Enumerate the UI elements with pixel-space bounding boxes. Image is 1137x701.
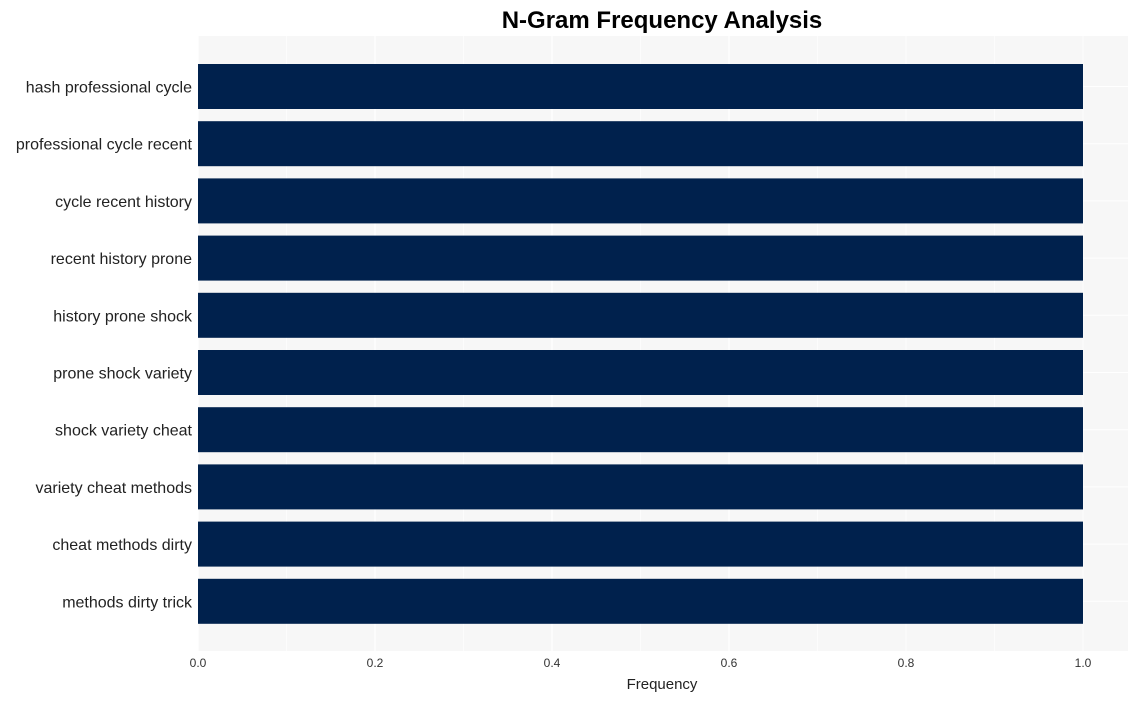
x-tick-label: 1.0	[1075, 656, 1092, 670]
y-tick-label: shock variety cheat	[55, 423, 193, 440]
x-axis-label: Frequency	[627, 676, 698, 693]
y-tick-labels: hash professional cycle professional cycl…	[16, 80, 193, 612]
y-tick-label: cheat methods dirty	[52, 537, 192, 554]
bar	[198, 292, 1083, 338]
bar	[198, 178, 1083, 224]
bar	[198, 521, 1083, 567]
y-tick-label: prone shock variety	[53, 366, 192, 383]
y-tick-label: cycle recent history	[55, 194, 192, 211]
chart-title: N-Gram Frequency Analysis	[502, 7, 823, 34]
bar	[198, 350, 1083, 395]
x-tick-label: 0.4	[544, 656, 561, 670]
bar	[198, 121, 1083, 167]
y-tick-label: variety cheat methods	[35, 480, 192, 497]
x-tick-label: 0.0	[190, 656, 207, 670]
bar	[198, 578, 1083, 624]
y-tick-label: recent history prone	[51, 251, 193, 268]
y-tick-label: history prone shock	[53, 308, 193, 325]
bar	[198, 64, 1083, 109]
x-tick-label: 0.2	[367, 656, 384, 670]
x-tick-label: 0.8	[898, 656, 915, 670]
bar	[198, 464, 1083, 510]
bar	[198, 235, 1083, 281]
bar	[198, 407, 1083, 453]
y-tick-label: methods dirty trick	[62, 594, 193, 611]
x-tick-label: 0.6	[721, 656, 738, 670]
ngram-bar-chart: hash professional cycle professional cycl…	[16, 7, 1128, 693]
x-tick-labels: 0.0 0.2 0.4 0.6 0.8 1.0	[190, 656, 1092, 670]
y-tick-label: professional cycle recent	[16, 137, 193, 154]
y-tick-label: hash professional cycle	[26, 80, 192, 97]
